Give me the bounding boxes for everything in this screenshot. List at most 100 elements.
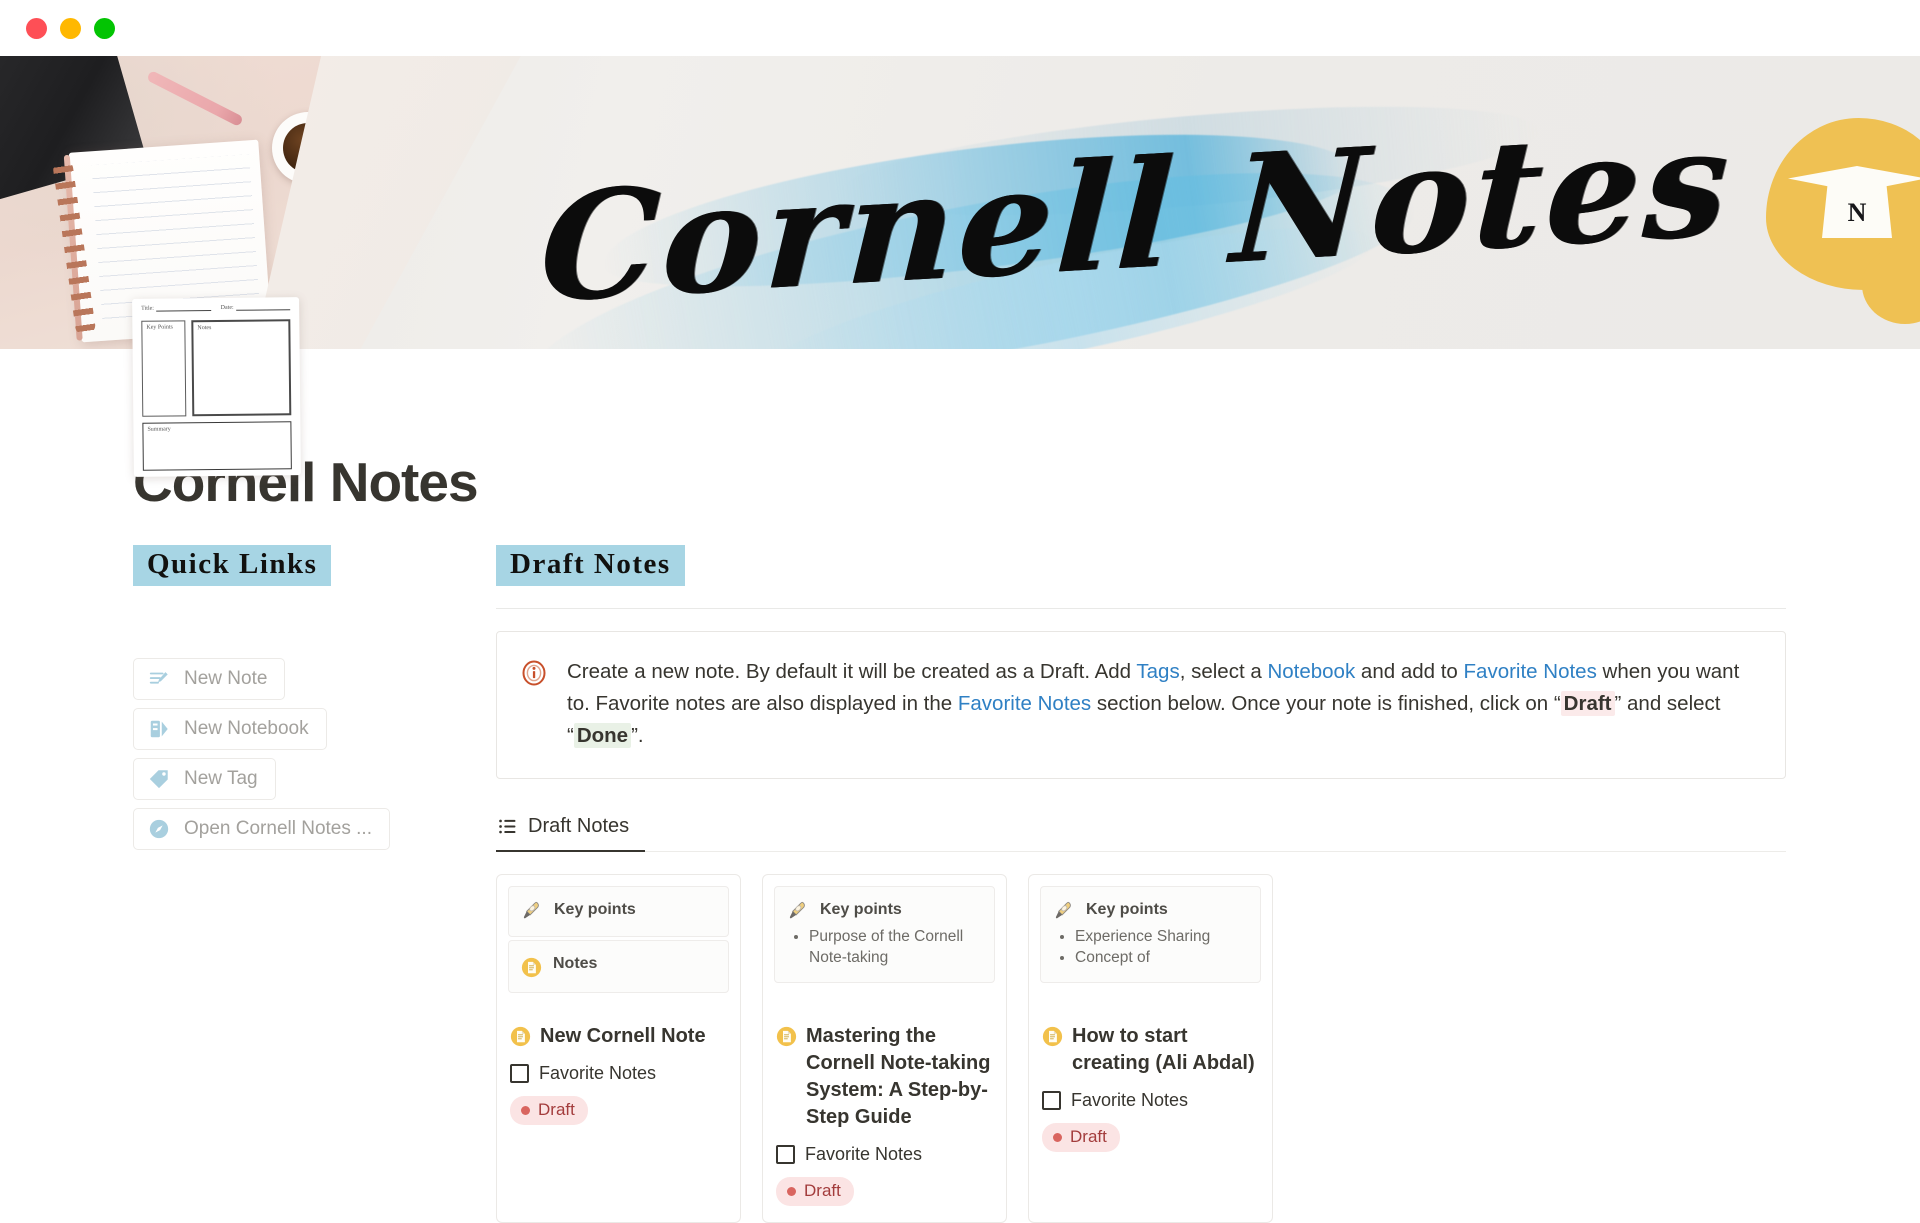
favorite-notes-row[interactable]: Favorite Notes bbox=[776, 1144, 993, 1165]
template-header-row: Title: Date: bbox=[141, 304, 291, 312]
new-note-button[interactable]: New Note bbox=[133, 658, 286, 700]
pen-icon bbox=[146, 69, 244, 128]
new-notebook-label: New Notebook bbox=[184, 718, 309, 739]
card-preview: Key points Purpose of the Cornell Note-t… bbox=[763, 875, 1006, 1011]
new-tag-button[interactable]: New Tag bbox=[133, 758, 276, 800]
notebook-icon bbox=[150, 720, 168, 738]
compass-icon bbox=[149, 819, 169, 839]
coffee-cup-icon bbox=[272, 112, 344, 184]
draft-notes-card-grid: Key points Notes New Cornell Note Favori… bbox=[496, 874, 1786, 1223]
quick-links-list: New Note New Notebook New Tag Open Corne… bbox=[133, 658, 433, 850]
new-note-label: New Note bbox=[184, 668, 268, 689]
card-body: New Cornell Note Favorite Notes Draft bbox=[497, 1011, 740, 1141]
status-badge[interactable]: Draft bbox=[776, 1177, 854, 1206]
template-date-field: Date: bbox=[221, 304, 291, 311]
info-callout: Create a new note. By default it will be… bbox=[496, 631, 1786, 779]
favorite-notes-checkbox[interactable] bbox=[776, 1145, 795, 1164]
callout-text-run-8: section below. Once your note is finishe… bbox=[1091, 692, 1561, 715]
callout-text: Create a new note. By default it will be… bbox=[567, 656, 1757, 752]
status-badge[interactable]: Draft bbox=[510, 1096, 588, 1125]
favorite-notes-checkbox[interactable] bbox=[510, 1064, 529, 1083]
card-title: How to start creating (Ali Abdal) bbox=[1042, 1023, 1259, 1077]
highlighter-icon bbox=[789, 901, 805, 919]
template-key-points-label: Key Points bbox=[146, 324, 173, 331]
open-cornell-notes-label: Open Cornell Notes ... bbox=[184, 818, 372, 839]
preview-block: Notes bbox=[508, 940, 729, 993]
minimize-window-button[interactable] bbox=[60, 17, 81, 39]
preview-block-head: Notes bbox=[521, 954, 716, 978]
favorite-notes-row[interactable]: Favorite Notes bbox=[1042, 1090, 1259, 1111]
glasses-lens-left bbox=[281, 177, 392, 289]
document-icon bbox=[1042, 1026, 1063, 1047]
open-cornell-notes-button[interactable]: Open Cornell Notes ... bbox=[133, 808, 390, 850]
graduation-cap-badge: N bbox=[1766, 118, 1920, 324]
preview-block-head: Key points bbox=[521, 900, 716, 922]
status-badge[interactable]: Draft bbox=[1042, 1123, 1120, 1152]
card-preview: Key points Experience SharingConcept of bbox=[1029, 875, 1272, 1011]
preview-block-head: Key points bbox=[787, 900, 982, 922]
favorite-notes-label: Favorite Notes bbox=[805, 1144, 923, 1164]
page-content: Cornell Notes Quick Links New Note New N… bbox=[0, 405, 1920, 1223]
callout-link-5[interactable]: Favorite Notes bbox=[1464, 660, 1597, 683]
card-title: New Cornell Note bbox=[510, 1023, 727, 1050]
preview-bullet: Experience Sharing bbox=[1075, 926, 1248, 947]
card-title-text: How to start creating (Ali Abdal) bbox=[1072, 1025, 1255, 1074]
callout-link-1[interactable]: Tags bbox=[1136, 660, 1179, 683]
preview-block: Key points Purpose of the Cornell Note-t… bbox=[774, 886, 995, 983]
callout-text-run-2: , select a bbox=[1179, 660, 1268, 683]
callout-link-7[interactable]: Favorite Notes bbox=[958, 692, 1091, 715]
info-icon bbox=[521, 660, 547, 691]
status-badge-label: Draft bbox=[1070, 1127, 1107, 1146]
tab-draft-notes-label: Draft Notes bbox=[528, 815, 630, 837]
template-boxes: Key Points Notes bbox=[141, 319, 292, 417]
window-title-bar bbox=[0, 0, 1920, 56]
tab-draft-notes[interactable]: Draft Notes bbox=[496, 809, 646, 852]
document-icon bbox=[776, 1026, 797, 1047]
draft-note-card[interactable]: Key points Notes New Cornell Note Favori… bbox=[496, 874, 741, 1223]
new-notebook-button[interactable]: New Notebook bbox=[133, 708, 327, 750]
draft-notes-heading: Draft Notes bbox=[496, 545, 685, 586]
draft-note-card[interactable]: Key points Experience SharingConcept of … bbox=[1028, 874, 1273, 1223]
callout-text-run-12: ”. bbox=[631, 724, 644, 747]
close-window-button[interactable] bbox=[26, 17, 47, 39]
card-body: Mastering the Cornell Note-taking System… bbox=[763, 1011, 1006, 1222]
note-edit-icon bbox=[149, 672, 168, 684]
template-title-label: Title: bbox=[141, 305, 155, 312]
preview-block-head: Key points bbox=[1053, 900, 1248, 922]
template-notes-label: Notes bbox=[197, 325, 212, 332]
preview-bullet: Purpose of the Cornell Note-taking bbox=[809, 926, 982, 968]
highlighter-icon bbox=[1055, 901, 1071, 919]
quick-links-column: Quick Links New Note New Notebook New Ta… bbox=[133, 545, 433, 850]
preview-block-label: Notes bbox=[553, 955, 598, 972]
callout-text-run-4: and add to bbox=[1355, 660, 1464, 683]
status-dot-icon bbox=[787, 1186, 796, 1196]
preview-block: Key points Experience SharingConcept of bbox=[1040, 886, 1261, 983]
document-icon bbox=[521, 957, 542, 978]
maximize-window-button[interactable] bbox=[94, 17, 115, 39]
preview-bullet: Concept of bbox=[1075, 947, 1248, 968]
badge-book: N bbox=[1822, 184, 1892, 238]
draft-note-card[interactable]: Key points Purpose of the Cornell Note-t… bbox=[762, 874, 1007, 1223]
preview-block-label: Key points bbox=[1086, 901, 1168, 918]
quick-links-heading: Quick Links bbox=[133, 545, 332, 586]
callout-text-run-0: Create a new note. By default it will be… bbox=[567, 660, 1137, 683]
template-title-field: Title: bbox=[141, 305, 211, 312]
callout-chip-done: Done bbox=[573, 723, 632, 748]
new-tag-label: New Tag bbox=[184, 768, 258, 789]
preview-bullet-list: Purpose of the Cornell Note-taking bbox=[809, 926, 982, 968]
card-preview: Key points Notes bbox=[497, 875, 740, 1011]
favorite-notes-row[interactable]: Favorite Notes bbox=[510, 1063, 727, 1084]
template-title-line bbox=[155, 305, 211, 312]
card-title-text: New Cornell Note bbox=[540, 1025, 706, 1047]
template-summary-box: Summary bbox=[142, 421, 292, 471]
document-icon bbox=[510, 1026, 531, 1047]
status-dot-icon bbox=[521, 1105, 530, 1115]
callout-link-3[interactable]: Notebook bbox=[1267, 660, 1355, 683]
draft-notes-tabbar: Draft Notes bbox=[496, 809, 1786, 852]
preview-block: Key points bbox=[508, 886, 729, 937]
favorite-notes-label: Favorite Notes bbox=[539, 1063, 657, 1083]
section-divider bbox=[496, 608, 1786, 609]
list-icon bbox=[499, 819, 516, 834]
draft-notes-column: Draft Notes Create a new note. By defaul… bbox=[496, 545, 1786, 1223]
favorite-notes-checkbox[interactable] bbox=[1042, 1091, 1061, 1110]
